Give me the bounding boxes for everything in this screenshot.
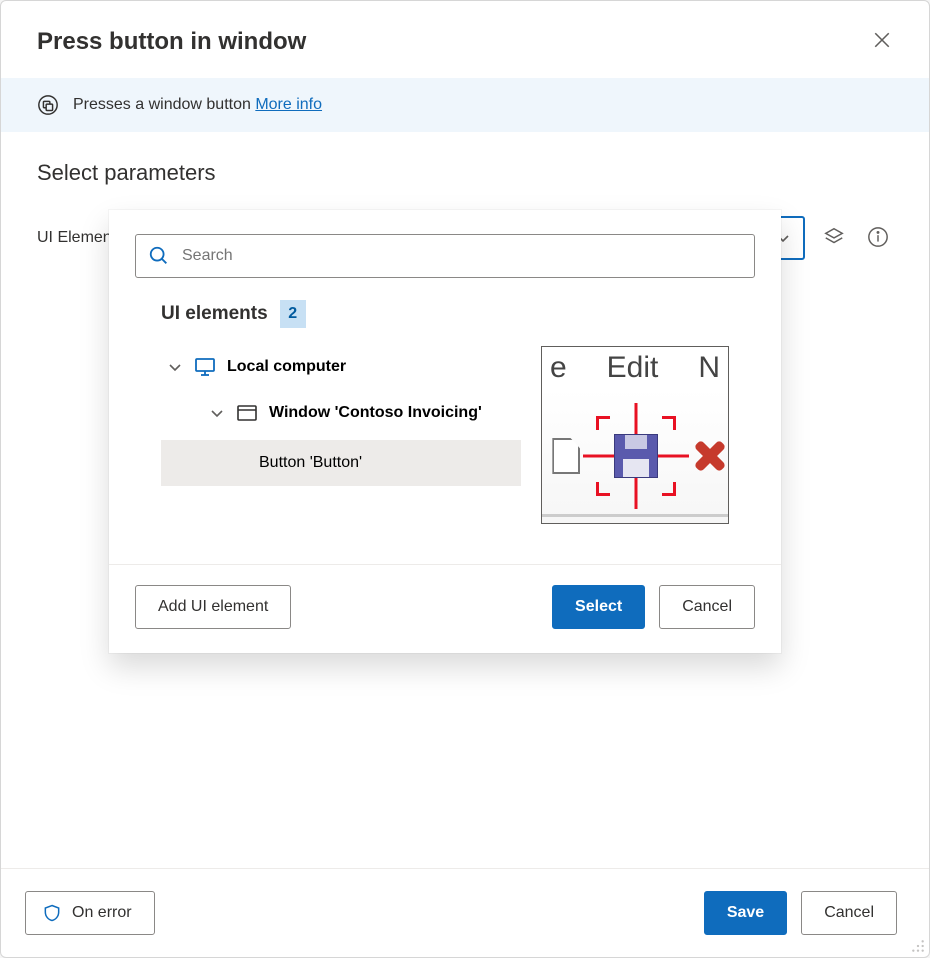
select-button[interactable]: Select — [552, 585, 645, 629]
target-highlight — [601, 421, 671, 491]
delete-x-icon — [692, 438, 728, 474]
on-error-button[interactable]: On error — [25, 891, 155, 935]
cancel-button[interactable]: Cancel — [801, 891, 897, 935]
tree-label-button: Button 'Button' — [259, 454, 362, 472]
preview-toolbar — [542, 389, 728, 523]
tree-label-window: Window 'Contoso Invoicing' — [269, 404, 482, 422]
resize-handle[interactable] — [911, 939, 925, 953]
tree-node-button[interactable]: Button 'Button' — [161, 440, 521, 486]
preview-menu-edit: Edit — [607, 351, 659, 385]
dialog-footer: On error Save Cancel — [1, 868, 929, 957]
ui-elements-heading: UI elements 2 — [161, 300, 755, 328]
info-text: Presses a window button More info — [73, 96, 322, 114]
save-button[interactable]: Save — [704, 891, 787, 935]
tree-node-computer[interactable]: Local computer — [161, 344, 521, 390]
close-button[interactable] — [867, 25, 897, 58]
chevron-down-icon[interactable] — [209, 405, 225, 421]
dialog-title: Press button in window — [37, 28, 306, 56]
help-button[interactable] — [863, 222, 893, 255]
chevron-down-icon[interactable] — [167, 359, 183, 375]
action-icon — [37, 94, 59, 116]
more-info-link[interactable]: More info — [255, 96, 322, 113]
preview-menu-fragment: N — [698, 351, 720, 385]
ui-elements-title: UI elements — [161, 303, 268, 325]
ui-elements-panel-button[interactable] — [819, 222, 849, 255]
preview-menubar: e Edit N — [542, 347, 728, 389]
action-dialog: Press button in window Presses a window … — [0, 0, 930, 958]
picker-body: UI elements 2 Local computer — [109, 210, 781, 534]
on-error-label: On error — [72, 904, 132, 922]
shield-icon — [42, 903, 62, 923]
dialog-body: Select parameters UI Element: Local comp… — [1, 132, 929, 868]
save-disk-icon — [614, 434, 658, 478]
preview-separator — [542, 514, 728, 517]
search-box[interactable] — [135, 234, 755, 278]
layers-icon — [823, 226, 845, 248]
add-ui-element-button[interactable]: Add UI element — [135, 585, 291, 629]
desktop-icon — [193, 355, 217, 379]
ui-elements-count: 2 — [280, 300, 306, 328]
preview-menu-fragment: e — [550, 351, 567, 385]
tree-label-computer: Local computer — [227, 358, 346, 376]
picker-cancel-button[interactable]: Cancel — [659, 585, 755, 629]
section-heading: Select parameters — [37, 160, 893, 186]
picker-footer: Add UI element Select Cancel — [109, 565, 781, 653]
ui-element-tree: Local computer Window 'Contoso Invoicing… — [161, 344, 521, 524]
info-icon — [867, 226, 889, 248]
close-icon — [873, 31, 891, 49]
dialog-header: Press button in window — [1, 1, 929, 78]
element-preview: e Edit N — [541, 346, 729, 524]
info-bar: Presses a window button More info — [1, 78, 929, 132]
new-doc-icon — [552, 438, 580, 474]
search-icon — [148, 245, 170, 267]
tree-node-window[interactable]: Window 'Contoso Invoicing' — [161, 390, 521, 436]
resize-grip-icon — [911, 939, 925, 953]
info-description: Presses a window button — [73, 96, 251, 113]
window-icon — [235, 401, 259, 425]
search-input[interactable] — [180, 246, 742, 266]
ui-element-picker: UI elements 2 Local computer — [109, 210, 781, 653]
